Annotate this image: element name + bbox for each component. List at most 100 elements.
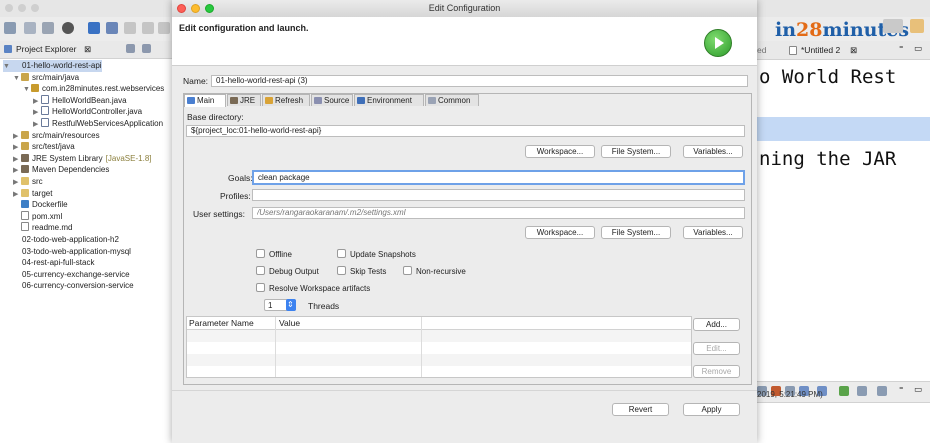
tree-item[interactable]: 06-currency-conversion-service — [3, 280, 134, 292]
close-icon[interactable]: ⊠ — [84, 44, 91, 55]
file-system-button[interactable]: File System... — [601, 226, 671, 239]
variables-button[interactable]: Variables... — [683, 145, 743, 158]
tree-item[interactable]: 05-currency-exchange-service — [3, 269, 130, 281]
project-icon — [11, 281, 19, 289]
link-icon[interactable] — [106, 22, 118, 34]
run-icon[interactable] — [88, 22, 100, 34]
toolbar-overflow-icon[interactable] — [158, 22, 170, 34]
editor-text-line[interactable]: ning the JAR — [759, 148, 896, 170]
non-recursive-checkbox[interactable]: Non-recursive — [403, 266, 466, 276]
new-icon[interactable] — [4, 22, 16, 34]
tree-item[interactable]: readme.md — [13, 222, 72, 234]
editor-tab-previous[interactable]: ed — [757, 45, 766, 55]
step-icon[interactable] — [124, 22, 136, 34]
checkbox-box[interactable] — [256, 266, 265, 275]
table-row[interactable] — [187, 330, 691, 342]
tab-jre[interactable]: JRE — [227, 94, 261, 106]
editor-tab-untitled-2[interactable]: *Untitled 2 — [801, 45, 840, 55]
tree-item[interactable]: 04-rest-api-full-stack — [3, 257, 94, 269]
update-snapshots-checkbox[interactable]: Update Snapshots — [337, 249, 416, 259]
tree-item[interactable]: ▶ Maven Dependencies — [13, 164, 109, 176]
tree-item-label: com.in28minutes.rest.webservices — [42, 84, 165, 94]
user-settings-input[interactable] — [252, 207, 745, 219]
tree-item[interactable]: ▼ src/main/java — [13, 72, 79, 84]
maximize-icon[interactable]: ▭ — [914, 43, 922, 54]
project-icon — [11, 61, 19, 69]
tree-item[interactable]: ▼ 01-hello-world-rest-api — [3, 60, 102, 72]
file-system-button[interactable]: File System... — [601, 145, 671, 158]
edit-parameter-button[interactable]: Edit... — [693, 342, 740, 355]
skip-tests-checkbox[interactable]: Skip Tests — [337, 266, 386, 276]
tab-source[interactable]: Source — [311, 94, 353, 106]
spinner-arrows-icon[interactable] — [286, 299, 296, 311]
column-header-value[interactable]: Value — [279, 318, 300, 328]
workspace-button[interactable]: Workspace... — [525, 226, 595, 239]
open-console-icon[interactable] — [877, 386, 887, 396]
checkbox-box[interactable] — [337, 266, 346, 275]
minimize-window-icon[interactable] — [18, 4, 26, 12]
base-directory-input[interactable] — [186, 125, 745, 137]
tree-item[interactable]: 02-todo-web-application-h2 — [3, 234, 119, 246]
project-explorer-header: Project Explorer ⊠ — [0, 41, 172, 59]
tab-refresh[interactable]: Refresh — [262, 94, 310, 106]
src-icon — [21, 142, 29, 151]
display-console-icon[interactable] — [857, 386, 867, 396]
remove-parameter-button[interactable]: Remove — [693, 365, 740, 378]
expanded-arrow-icon[interactable]: ▼ — [23, 84, 31, 96]
goals-input[interactable] — [252, 170, 745, 185]
resolve-workspace-artifacts-checkbox[interactable]: Resolve Workspace artifacts — [256, 283, 370, 293]
java-perspective-icon[interactable] — [910, 19, 924, 33]
add-parameter-button[interactable]: Add... — [693, 318, 740, 331]
tree-item[interactable]: ▶ src/test/java — [13, 141, 75, 153]
collapse-all-icon[interactable] — [126, 44, 135, 53]
workspace-button[interactable]: Workspace... — [525, 145, 595, 158]
tab-common[interactable]: Common — [425, 94, 479, 106]
tree-item[interactable]: Dockerfile — [13, 199, 68, 211]
profiles-input[interactable] — [252, 189, 745, 201]
tree-item[interactable]: ▶ HelloWorldController.java — [33, 106, 142, 118]
save-icon[interactable] — [24, 22, 36, 34]
tree-item[interactable]: 03-todo-web-application-mysql — [3, 246, 131, 258]
close-window-icon[interactable] — [5, 4, 13, 12]
zoom-window-icon[interactable] — [31, 4, 39, 12]
link-with-editor-icon[interactable] — [142, 44, 151, 53]
offline-checkbox[interactable]: Offline — [256, 249, 292, 259]
minimize-icon[interactable]: ⁼ — [899, 384, 904, 395]
revert-button[interactable]: Revert — [612, 403, 669, 416]
configuration-name-input[interactable] — [211, 75, 748, 87]
checkbox-box[interactable] — [337, 249, 346, 258]
pin-console-icon[interactable] — [839, 386, 849, 396]
tab-main[interactable]: Main — [184, 94, 226, 107]
expanded-arrow-icon[interactable]: ▼ — [13, 73, 21, 85]
checkbox-box[interactable] — [256, 249, 265, 258]
tree-item[interactable]: ▶ JRE System Library [JavaSE-1.8] — [13, 153, 152, 165]
tree-item[interactable]: ▶ src/main/resources — [13, 130, 100, 142]
tree-item[interactable]: pom.xml — [13, 210, 63, 223]
tree-item[interactable]: ▶ src — [13, 176, 43, 188]
expanded-arrow-icon[interactable]: ▼ — [3, 61, 11, 73]
apply-button[interactable]: Apply — [683, 403, 740, 416]
variables-button[interactable]: Variables... — [683, 226, 743, 239]
table-row[interactable] — [187, 354, 691, 366]
parameter-table[interactable]: Parameter Name Value — [186, 316, 692, 378]
editor-text-line[interactable]: o World Rest — [759, 66, 896, 88]
close-icon[interactable]: ⊠ — [850, 45, 857, 56]
minimize-icon[interactable]: ⁼ — [899, 43, 904, 54]
perspective-switch-icon[interactable] — [883, 19, 903, 33]
tab-environment[interactable]: Environment — [354, 94, 424, 106]
stop-icon[interactable] — [142, 22, 154, 34]
maximize-icon[interactable]: ▭ — [914, 384, 922, 395]
tree-item-label: pom.xml — [32, 211, 63, 221]
debug-output-checkbox[interactable]: Debug Output — [256, 266, 319, 276]
tree-item[interactable]: ▼ com.in28minutes.rest.webservices — [23, 83, 164, 95]
column-header-parameter-name[interactable]: Parameter Name — [189, 318, 254, 328]
checkbox-box[interactable] — [256, 283, 265, 292]
tree-item-label: src — [32, 177, 43, 186]
tree-item-label: readme.md — [32, 223, 73, 233]
tree-item[interactable]: ▶ RestfulWebServicesApplication — [33, 118, 163, 130]
tree-item[interactable]: ▶ HelloWorldBean.java — [33, 94, 127, 107]
checkbox-box[interactable] — [403, 266, 412, 275]
tree-item[interactable]: ▶ target — [13, 188, 52, 200]
save-all-icon[interactable] — [42, 22, 54, 34]
debug-icon[interactable] — [62, 22, 74, 34]
